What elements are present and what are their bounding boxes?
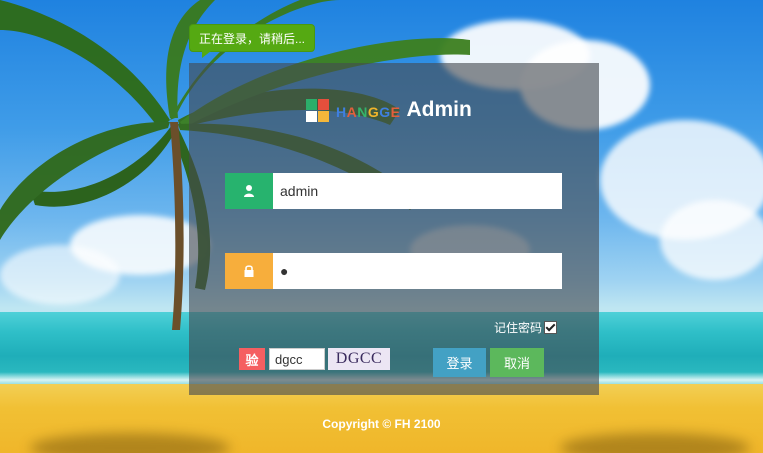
remember-password-checkbox[interactable] (544, 321, 557, 334)
copyright-text: Copyright © FH 2100 (322, 417, 441, 431)
logo-grid-icon (306, 98, 329, 122)
lock-icon (225, 253, 273, 289)
captcha-row: 验 dgcc DGCC (239, 348, 390, 370)
login-button[interactable]: 登录 (433, 348, 486, 377)
login-panel: HANGGE Admin 记住密码 验 dgcc DGCC 登录 取消 (189, 63, 599, 395)
username-input[interactable] (273, 173, 562, 209)
brand-title: Admin (406, 98, 472, 121)
brand-letter: G (379, 104, 391, 120)
login-status-tooltip: 正在登录，请稍后... (189, 24, 316, 58)
user-icon (225, 173, 273, 209)
brand-letter: A (346, 104, 358, 120)
password-input[interactable] (273, 253, 562, 289)
captcha-input[interactable]: dgcc (269, 348, 325, 370)
app-logo: HANGGE Admin (306, 97, 472, 123)
captcha-image[interactable]: DGCC (328, 348, 390, 370)
remember-password[interactable]: 记住密码 (494, 319, 557, 336)
tooltip-text: 正在登录，请稍后... (199, 31, 306, 46)
cancel-button[interactable]: 取消 (490, 348, 544, 377)
logo-grid-square (306, 98, 317, 110)
logo-grid-square (306, 110, 317, 122)
remember-password-label: 记住密码 (493, 321, 542, 335)
brand-letter: N (357, 104, 368, 120)
brand-letter: H (336, 104, 347, 120)
logo-grid-square (318, 110, 329, 122)
brand-name: HANGGE (336, 104, 401, 120)
password-field-group (225, 253, 562, 289)
logo-grid-square (318, 98, 329, 110)
brand-letter: G (367, 104, 380, 120)
captcha-tag: 验 (239, 348, 265, 370)
brand-letter: E (390, 104, 401, 120)
username-field-group (225, 173, 562, 209)
